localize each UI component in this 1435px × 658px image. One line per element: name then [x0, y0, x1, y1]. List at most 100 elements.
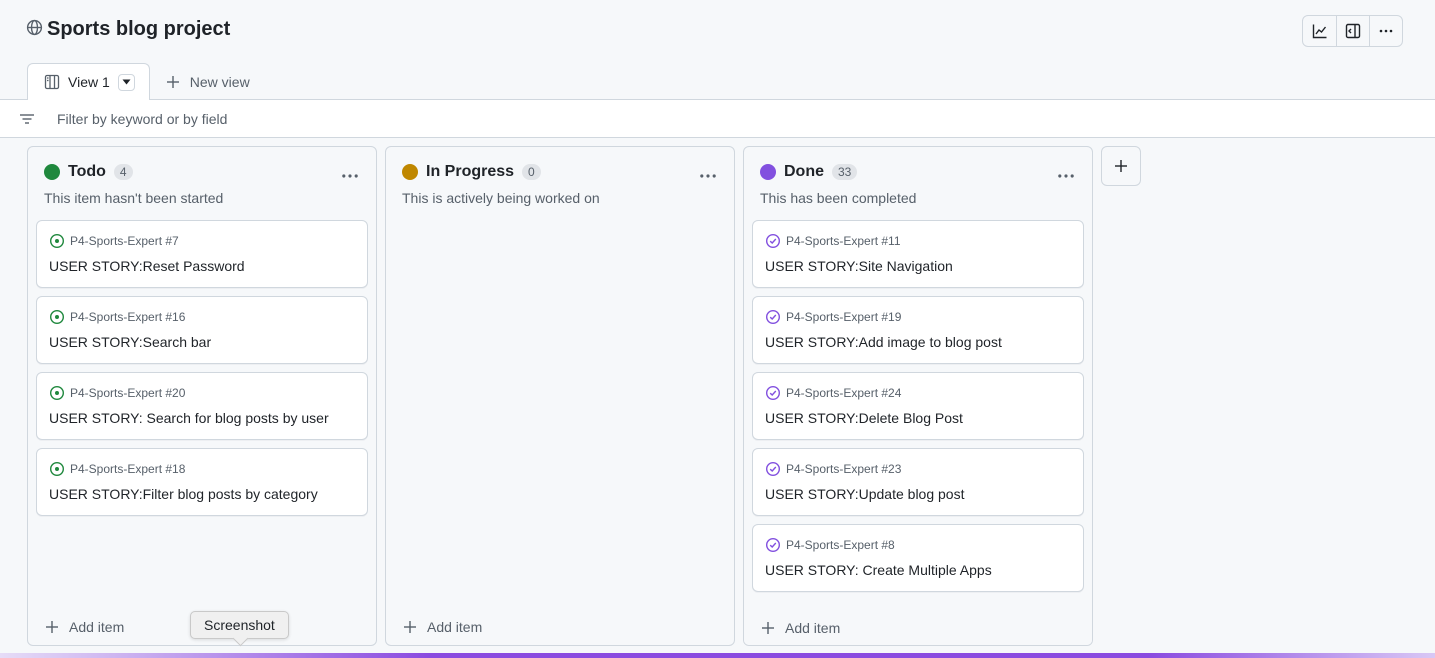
plus-icon [762, 622, 774, 634]
project-title-wrap: Sports blog project [26, 18, 230, 41]
card-repo-ref[interactable]: P4-Sports-Expert #18 [70, 462, 185, 476]
column-count-badge: 0 [522, 164, 541, 180]
filter-icon[interactable] [19, 111, 35, 127]
column-description: This is actively being worked on [402, 190, 600, 206]
card-ref: P4-Sports-Expert #20 [49, 385, 185, 401]
tab-view-1-label: View 1 [68, 74, 110, 90]
status-dot-todo [44, 164, 60, 180]
add-item-button[interactable]: Add item [44, 619, 124, 635]
kebab-icon [700, 174, 716, 178]
column-menu-button[interactable] [1057, 167, 1075, 190]
issue-open-icon [49, 233, 65, 249]
screenshot-tooltip: Screenshot [190, 611, 289, 639]
issue-closed-icon [765, 461, 781, 477]
column-header: In Progress 0 [402, 163, 541, 181]
issue-closed-icon [765, 537, 781, 553]
card-repo-ref[interactable]: P4-Sports-Expert #24 [786, 386, 901, 400]
card-title[interactable]: USER STORY:Delete Blog Post [765, 410, 963, 426]
project-toolbar [1302, 15, 1403, 47]
column-description: This item hasn't been started [44, 190, 224, 206]
card-title[interactable]: USER STORY:Search bar [49, 334, 211, 350]
card-title[interactable]: USER STORY:Add image to blog post [765, 334, 1002, 350]
issue-card[interactable]: P4-Sports-Expert #7 USER STORY:Reset Pas… [36, 220, 368, 288]
tab-options-button[interactable] [117, 73, 135, 91]
card-repo-ref[interactable]: P4-Sports-Expert #23 [786, 462, 901, 476]
card-repo-ref[interactable]: P4-Sports-Expert #7 [70, 234, 179, 248]
card-repo-ref[interactable]: P4-Sports-Expert #11 [786, 234, 901, 248]
page-title: Sports blog project [47, 18, 231, 40]
graph-icon [1312, 24, 1326, 39]
bottom-accent-bar [0, 653, 1435, 658]
column-count-badge: 33 [832, 164, 858, 180]
card-repo-ref[interactable]: P4-Sports-Expert #8 [786, 538, 895, 552]
card-ref: P4-Sports-Expert #19 [765, 309, 901, 325]
issue-open-icon [49, 309, 65, 325]
plus-icon [404, 621, 416, 633]
card-repo-ref[interactable]: P4-Sports-Expert #20 [70, 386, 185, 400]
plus-icon [166, 75, 179, 88]
issue-card[interactable]: P4-Sports-Expert #16 USER STORY:Search b… [36, 296, 368, 364]
new-view-button[interactable]: New view [150, 63, 250, 100]
card-ref: P4-Sports-Expert #18 [49, 461, 185, 477]
issue-card[interactable]: P4-Sports-Expert #19 USER STORY:Add imag… [752, 296, 1084, 364]
issue-card[interactable]: P4-Sports-Expert #18 USER STORY:Filter b… [36, 448, 368, 516]
issue-card[interactable]: P4-Sports-Expert #20 USER STORY: Search … [36, 372, 368, 440]
new-view-label: New view [189, 73, 250, 90]
column-header: Todo 4 [44, 163, 133, 181]
card-ref: P4-Sports-Expert #16 [49, 309, 185, 325]
issue-closed-icon [765, 233, 781, 249]
add-item-button[interactable]: Add item [402, 619, 482, 635]
add-item-button[interactable]: Add item [760, 620, 840, 636]
add-item-label: Add item [785, 620, 841, 636]
filter-bar [0, 99, 1435, 138]
column-description: This has been completed [760, 190, 917, 206]
card-list: P4-Sports-Expert #7 USER STORY:Reset Pas… [36, 220, 368, 524]
add-column-button[interactable] [1101, 146, 1141, 186]
card-title[interactable]: USER STORY: Search for blog posts by use… [49, 410, 329, 426]
kebab-icon [1058, 174, 1074, 178]
project-header: Sports blog project View 1 New view [0, 0, 1435, 100]
tab-view-1[interactable]: View 1 [27, 63, 150, 100]
card-title[interactable]: USER STORY: Create Multiple Apps [765, 562, 992, 578]
view-tabs: View 1 New view [27, 63, 250, 100]
issue-closed-icon [765, 385, 781, 401]
card-title[interactable]: USER STORY:Reset Password [49, 258, 245, 274]
column-done: Done 33 This has been completed P4-Sport… [743, 146, 1093, 646]
column-title: In Progress [426, 163, 515, 180]
card-repo-ref[interactable]: P4-Sports-Expert #19 [786, 310, 901, 324]
side-panel-button[interactable] [1336, 16, 1369, 46]
issue-card[interactable]: P4-Sports-Expert #8 USER STORY: Create M… [752, 524, 1084, 592]
status-dot-in-progress [402, 164, 418, 180]
card-ref: P4-Sports-Expert #11 [765, 233, 901, 249]
plus-icon [1115, 160, 1127, 172]
column-title: Todo [68, 163, 106, 180]
column-header: Done 33 [760, 163, 858, 181]
card-list: P4-Sports-Expert #11 USER STORY:Site Nav… [752, 220, 1084, 645]
globe-icon [26, 19, 43, 41]
more-options-button[interactable] [1369, 16, 1402, 46]
column-todo: Todo 4 This item hasn't been started P4-… [27, 146, 377, 646]
column-count-badge: 4 [113, 164, 133, 180]
add-item-label: Add item [427, 619, 483, 635]
column-title: Done [784, 163, 824, 180]
insights-button[interactable] [1303, 16, 1336, 46]
card-title[interactable]: USER STORY:Site Navigation [765, 258, 953, 274]
issue-card[interactable]: P4-Sports-Expert #24 USER STORY:Delete B… [752, 372, 1084, 440]
card-repo-ref[interactable]: P4-Sports-Expert #16 [70, 310, 185, 324]
kebab-icon [342, 174, 358, 178]
card-ref: P4-Sports-Expert #24 [765, 385, 901, 401]
issue-card[interactable]: P4-Sports-Expert #11 USER STORY:Site Nav… [752, 220, 1084, 288]
column-in-progress: In Progress 0 This is actively being wor… [385, 146, 735, 646]
kebab-icon [1379, 29, 1393, 33]
column-menu-button[interactable] [699, 167, 717, 190]
issue-closed-icon [765, 309, 781, 325]
issue-open-icon [49, 385, 65, 401]
card-title[interactable]: USER STORY:Update blog post [765, 486, 964, 502]
card-ref: P4-Sports-Expert #8 [765, 537, 895, 553]
issue-card[interactable]: P4-Sports-Expert #23 USER STORY:Update b… [752, 448, 1084, 516]
filter-input[interactable] [57, 110, 657, 127]
triangle-down-icon [122, 79, 131, 85]
add-item-label: Add item [69, 619, 125, 635]
column-menu-button[interactable] [341, 167, 359, 190]
card-title[interactable]: USER STORY:Filter blog posts by category [49, 486, 318, 502]
